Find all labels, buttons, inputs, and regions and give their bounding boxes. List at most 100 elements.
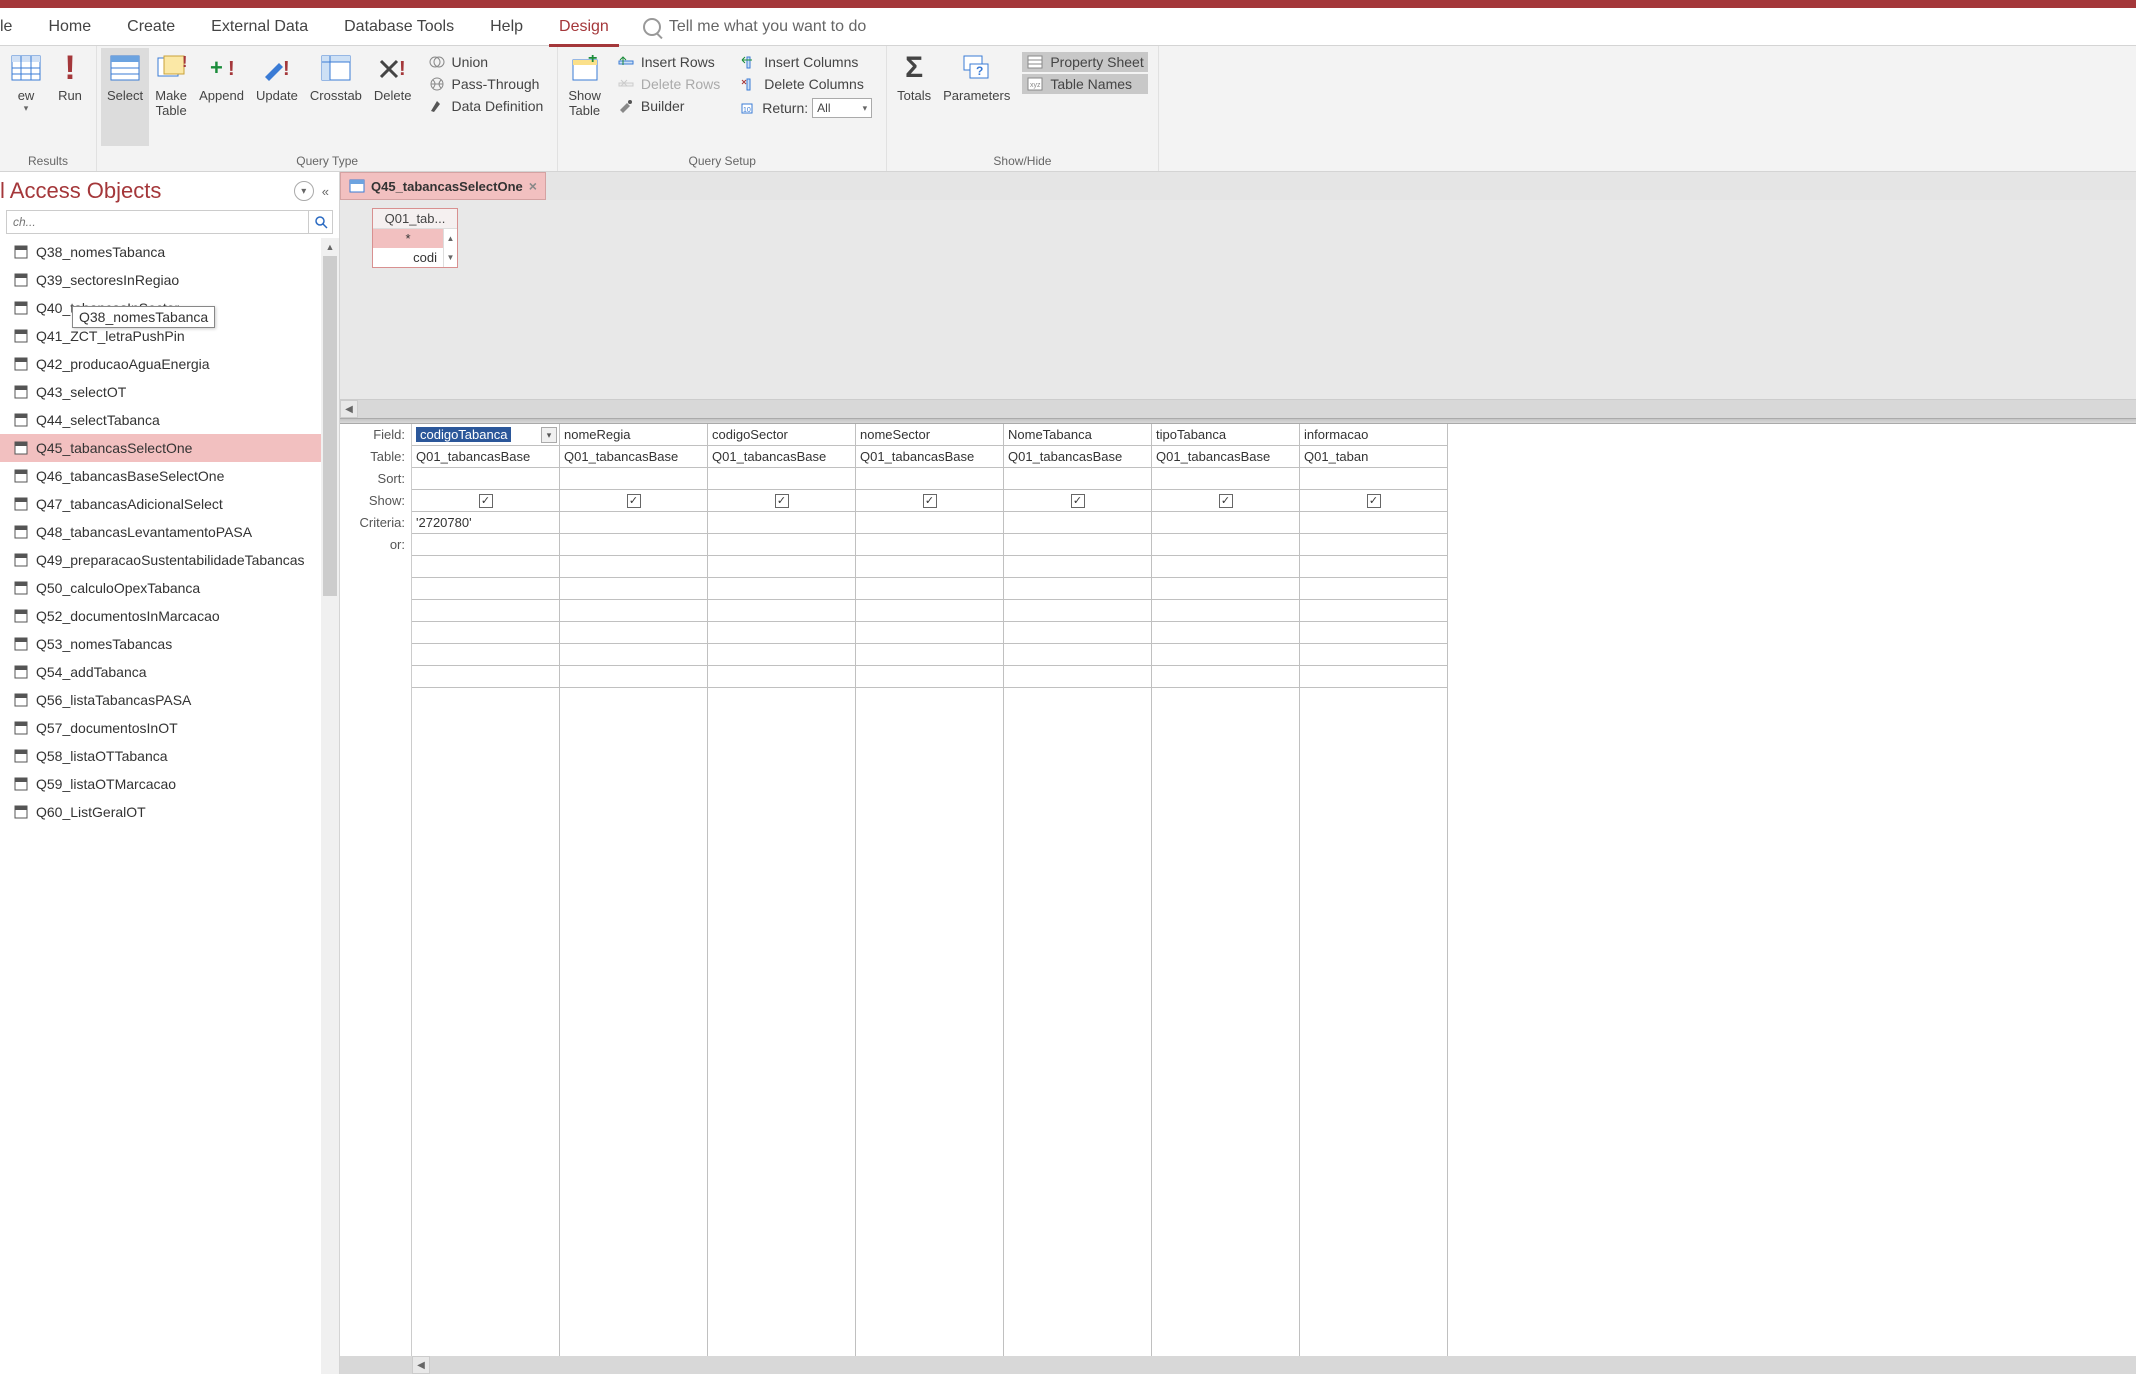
- grid-cell[interactable]: [856, 666, 1003, 688]
- grid-cell[interactable]: '2720780': [412, 512, 559, 534]
- passthrough-button[interactable]: Pass-Through: [424, 74, 548, 94]
- grid-cell[interactable]: [856, 512, 1003, 534]
- grid-cell[interactable]: [708, 600, 855, 622]
- grid-cell[interactable]: nomeSector: [856, 424, 1003, 446]
- nav-item[interactable]: Q43_selectOT: [0, 378, 339, 406]
- scroll-left-icon[interactable]: ◀: [412, 1356, 430, 1374]
- grid-cell[interactable]: [708, 534, 855, 556]
- tab-create[interactable]: Create: [109, 8, 193, 46]
- scroll-up-icon[interactable]: ▲: [443, 229, 457, 248]
- grid-cell[interactable]: [412, 556, 559, 578]
- nav-item[interactable]: Q38_nomesTabanca: [0, 238, 339, 266]
- delete-columns-button[interactable]: Delete Columns: [736, 74, 876, 94]
- grid-cell[interactable]: [1004, 512, 1151, 534]
- grid-cell[interactable]: [708, 666, 855, 688]
- tab-external-data[interactable]: External Data: [193, 8, 326, 46]
- grid-cell[interactable]: [1004, 666, 1151, 688]
- grid-cell[interactable]: Q01_tabancasBase: [856, 446, 1003, 468]
- grid-cell[interactable]: [1300, 512, 1447, 534]
- nav-item[interactable]: Q42_producaoAguaEnergia: [0, 350, 339, 378]
- grid-cell[interactable]: Q01_tabancasBase: [560, 446, 707, 468]
- grid-cell[interactable]: [1152, 644, 1299, 666]
- totals-button[interactable]: Σ Totals: [891, 48, 937, 146]
- grid-cell[interactable]: Q01_tabancasBase: [412, 446, 559, 468]
- view-button[interactable]: ew ▾: [4, 48, 48, 146]
- grid-cell[interactable]: codigoSector: [708, 424, 855, 446]
- grid-cell[interactable]: [1300, 578, 1447, 600]
- grid-cell[interactable]: [560, 512, 707, 534]
- grid-cell[interactable]: ✓: [412, 490, 559, 512]
- grid-cell[interactable]: [1300, 534, 1447, 556]
- nav-item[interactable]: Q60_ListGeralOT: [0, 798, 339, 826]
- grid-cell[interactable]: [412, 666, 559, 688]
- grid-cell[interactable]: [1152, 578, 1299, 600]
- grid-cell[interactable]: [1152, 666, 1299, 688]
- data-definition-button[interactable]: Data Definition: [424, 96, 548, 116]
- close-icon[interactable]: ×: [529, 178, 537, 194]
- grid-cell[interactable]: [856, 644, 1003, 666]
- grid-cell[interactable]: [560, 622, 707, 644]
- scroll-up-icon[interactable]: ▲: [321, 238, 339, 256]
- nav-item[interactable]: Q59_listaOTMarcacao: [0, 770, 339, 798]
- grid-cell[interactable]: Q01_taban: [1300, 446, 1447, 468]
- grid-cell[interactable]: ✓: [1152, 490, 1299, 512]
- grid-cell[interactable]: [412, 534, 559, 556]
- grid-hscroll[interactable]: ◀: [340, 1356, 2136, 1374]
- grid-cell[interactable]: [856, 556, 1003, 578]
- union-button[interactable]: Union: [424, 52, 548, 72]
- grid-cell[interactable]: codigoTabanca▾: [412, 424, 559, 446]
- make-table-button[interactable]: ! Make Table: [149, 48, 193, 146]
- grid-cell[interactable]: [1004, 468, 1151, 490]
- checkbox[interactable]: ✓: [775, 494, 789, 508]
- grid-cell[interactable]: [412, 468, 559, 490]
- grid-cell[interactable]: tipoTabanca: [1152, 424, 1299, 446]
- grid-cell[interactable]: [856, 468, 1003, 490]
- nav-item[interactable]: Q52_documentosInMarcacao: [0, 602, 339, 630]
- grid-cell[interactable]: [1300, 644, 1447, 666]
- builder-button[interactable]: Builder: [613, 96, 724, 116]
- grid-cell[interactable]: [1300, 556, 1447, 578]
- grid-cell[interactable]: ✓: [1004, 490, 1151, 512]
- nav-item[interactable]: Q57_documentosInOT: [0, 714, 339, 742]
- source-table-box[interactable]: Q01_tab... * ▲ codi ▼: [372, 208, 458, 268]
- grid-cell[interactable]: [856, 622, 1003, 644]
- delete-query-button[interactable]: ! Delete: [368, 48, 418, 146]
- nav-item[interactable]: Q47_tabancasAdicionalSelect: [0, 490, 339, 518]
- checkbox[interactable]: ✓: [1219, 494, 1233, 508]
- design-surface[interactable]: Q01_tab... * ▲ codi ▼: [340, 200, 2136, 400]
- grid-cell[interactable]: [1152, 600, 1299, 622]
- select-query-button[interactable]: Select: [101, 48, 149, 146]
- grid-cell[interactable]: [708, 578, 855, 600]
- grid-cell[interactable]: [1004, 600, 1151, 622]
- nav-item[interactable]: Q58_listaOTTabanca: [0, 742, 339, 770]
- grid-cell[interactable]: [1300, 600, 1447, 622]
- grid-cell[interactable]: [856, 534, 1003, 556]
- nav-item[interactable]: Q44_selectTabanca: [0, 406, 339, 434]
- nav-item[interactable]: Q48_tabancasLevantamentoPASA: [0, 518, 339, 546]
- grid-cell[interactable]: [1152, 534, 1299, 556]
- grid-cell[interactable]: [560, 578, 707, 600]
- nav-item[interactable]: Q56_listaTabancasPASA: [0, 686, 339, 714]
- return-dropdown[interactable]: All▾: [812, 98, 872, 118]
- tab-help[interactable]: Help: [472, 8, 541, 46]
- crosstab-button[interactable]: Crosstab: [304, 48, 368, 146]
- grid-cell[interactable]: [412, 622, 559, 644]
- checkbox[interactable]: ✓: [1367, 494, 1381, 508]
- grid-cell[interactable]: ✓: [560, 490, 707, 512]
- nav-item[interactable]: Q45_tabancasSelectOne: [0, 434, 339, 462]
- grid-cell[interactable]: [708, 556, 855, 578]
- grid-cell[interactable]: ✓: [708, 490, 855, 512]
- grid-cell[interactable]: [1004, 644, 1151, 666]
- nav-item[interactable]: Q46_tabancasBaseSelectOne: [0, 462, 339, 490]
- document-tab[interactable]: Q45_tabancasSelectOne ×: [340, 172, 546, 200]
- grid-cell[interactable]: [412, 600, 559, 622]
- grid-cell[interactable]: informacao: [1300, 424, 1447, 446]
- run-button[interactable]: ! Run: [48, 48, 92, 146]
- nav-search-input[interactable]: [7, 215, 308, 229]
- grid-cell[interactable]: Q01_tabancasBase: [1004, 446, 1151, 468]
- nav-item[interactable]: Q54_addTabanca: [0, 658, 339, 686]
- grid-cell[interactable]: nomeRegia: [560, 424, 707, 446]
- grid-cell[interactable]: ✓: [1300, 490, 1447, 512]
- grid-cell[interactable]: [1300, 666, 1447, 688]
- show-table-button[interactable]: + Show Table: [562, 48, 607, 146]
